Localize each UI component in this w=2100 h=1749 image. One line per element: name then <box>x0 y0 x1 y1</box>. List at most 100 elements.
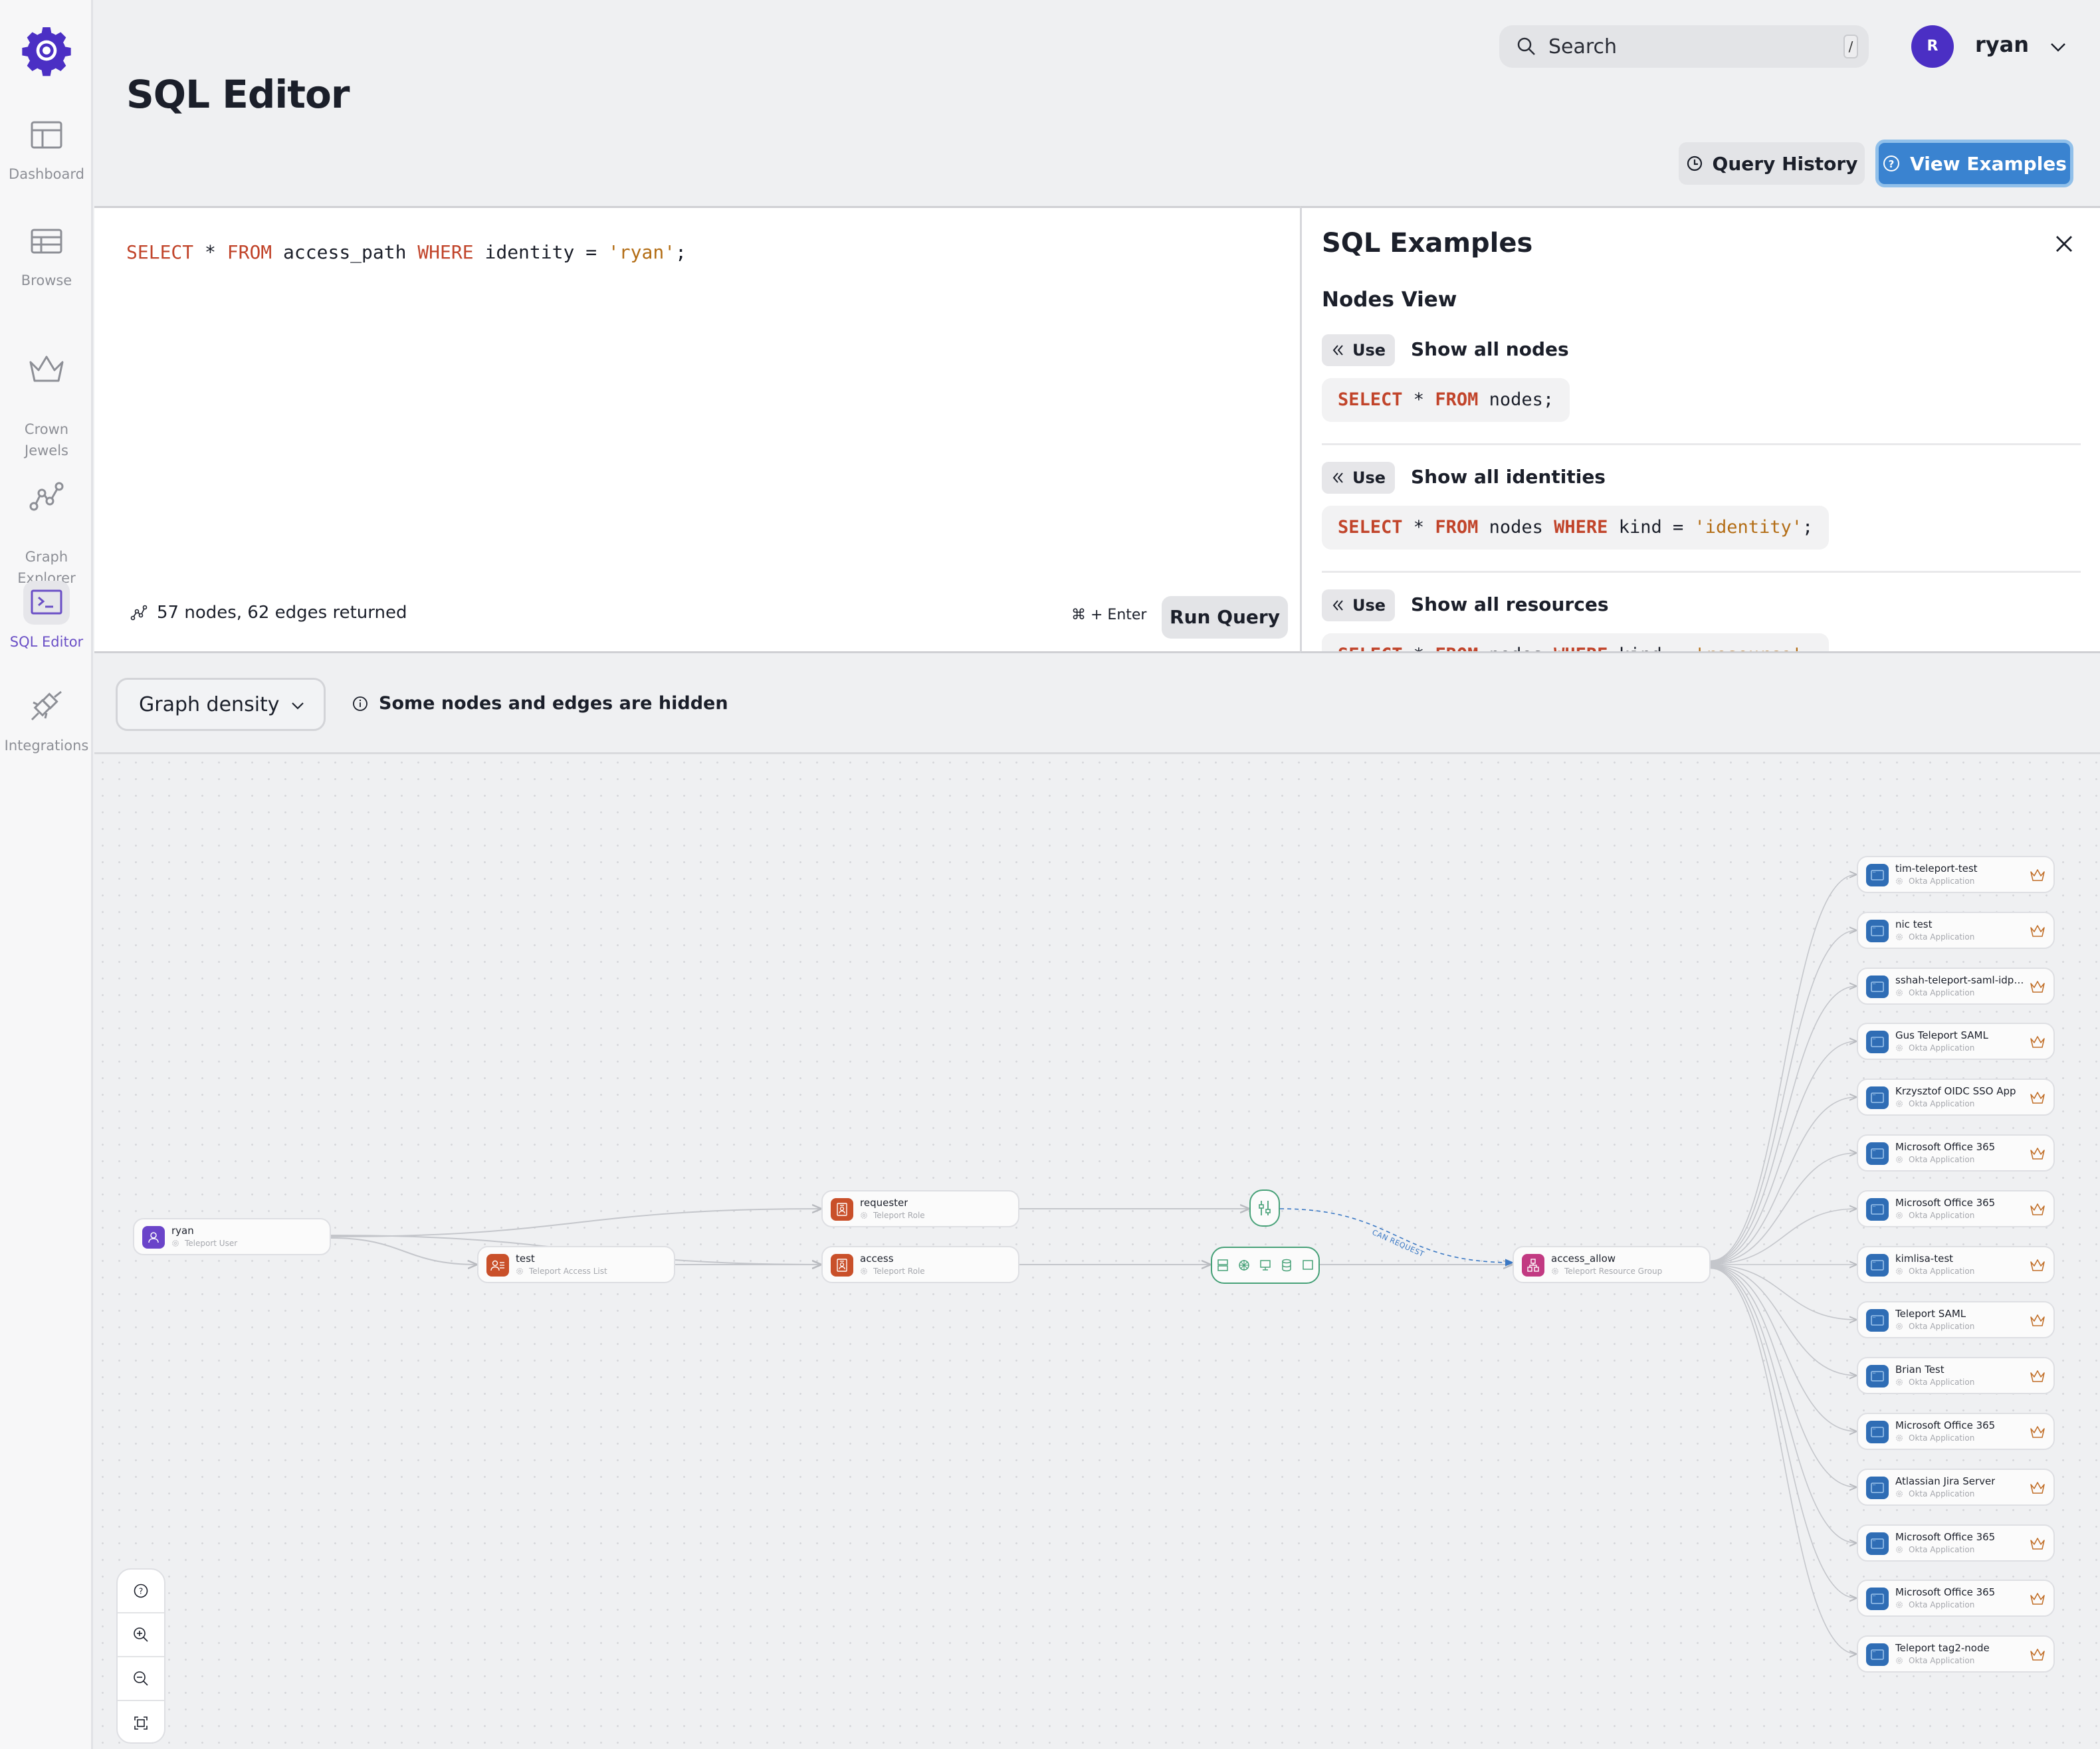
node-kind: Okta Application <box>1909 1099 1975 1108</box>
kubernetes-icon <box>1239 1260 1249 1271</box>
node-subtitle: Okta Application <box>1895 1099 1974 1108</box>
gear-icon <box>1896 1379 1903 1386</box>
graph-node-okta-app[interactable]: Microsoft Office 365 Okta Application <box>1857 1413 2055 1450</box>
node-title: sshah-teleport-saml-idp-app <box>1895 974 2026 986</box>
node-kind: Okta Application <box>1909 1043 1975 1053</box>
sql-token: ; <box>1802 645 1813 651</box>
node-kind: Okta Application <box>1909 932 1975 942</box>
graph-node-okta-app[interactable]: Krzysztof OIDC SSO App Okta Application <box>1857 1079 2055 1116</box>
graph-node-okta-app[interactable]: Brian Test Okta Application <box>1857 1357 2055 1394</box>
graph-density-select[interactable]: Graph density <box>116 678 326 731</box>
graph-node-okta-app[interactable]: sshah-teleport-saml-idp-app Okta Applicat… <box>1857 968 2055 1005</box>
crown-jewel-icon <box>2030 1148 2045 1160</box>
sidebar: Dashboard Browse Crown Jewels Graph Expl… <box>0 0 93 1749</box>
chevron-down-icon[interactable] <box>2048 37 2068 57</box>
zoom-out-icon <box>134 1671 148 1686</box>
graph-node-ryan[interactable]: ryan Teleport User <box>133 1218 331 1255</box>
zoom-in-button[interactable] <box>118 1613 164 1657</box>
sql-token: kind = <box>1608 517 1695 538</box>
search-input[interactable]: Search / <box>1499 25 1869 68</box>
gear-logo-icon[interactable] <box>20 24 73 77</box>
sql-token: ; <box>675 241 686 263</box>
node-title: Microsoft Office 365 <box>1895 1141 1996 1153</box>
app-node-icon <box>1866 1309 1889 1332</box>
node-subtitle: Okta Application <box>1895 876 1974 886</box>
gear-icon <box>1896 1491 1903 1497</box>
app-node-icon <box>1866 1643 1889 1666</box>
sql-token: * <box>1402 517 1435 538</box>
sql-token: WHERE <box>1554 645 1608 651</box>
node-subtitle: Okta Application <box>1895 1656 1974 1665</box>
graph-node-okta-app[interactable]: Gus Teleport SAML Okta Application <box>1857 1023 2055 1060</box>
run-query-button[interactable]: Run Query <box>1162 596 1288 639</box>
node-title: Atlassian Jira Server <box>1895 1475 1996 1487</box>
graph-icon <box>23 474 70 518</box>
graph-node-okta-app[interactable]: Teleport SAML Okta Application <box>1857 1301 2055 1338</box>
use-label: Use <box>1352 468 1386 487</box>
graph-node-okta-app[interactable]: kimlisa-test Okta Application <box>1857 1246 2055 1283</box>
node-subtitle: Okta Application <box>1895 988 1974 997</box>
app-node-icon <box>1866 920 1889 942</box>
graph-node-okta-app[interactable]: Microsoft Office 365 Okta Application <box>1857 1580 2055 1617</box>
sidebar-item-dashboard[interactable]: Dashboard <box>0 113 93 185</box>
app-node-icon <box>1866 976 1889 998</box>
divider <box>1322 443 2081 445</box>
node-subtitle: Teleport Access List <box>516 1267 607 1276</box>
query-history-button[interactable]: Query History <box>1679 142 1865 185</box>
node-subtitle: Okta Application <box>1895 932 1974 942</box>
graph-node-access[interactable]: access Teleport Role <box>821 1246 1019 1283</box>
sql-token: identity = <box>473 241 608 263</box>
node-kind: Teleport Role <box>873 1267 925 1276</box>
avatar[interactable]: R <box>1911 25 1954 68</box>
sidebar-item-graph-explorer[interactable]: Graph Explorer <box>0 453 93 589</box>
view-examples-button[interactable]: ? View Examples <box>1875 140 2073 187</box>
sidebar-item-integrations[interactable]: Integrations <box>0 684 93 756</box>
node-subtitle: Okta Application <box>1895 1155 1974 1164</box>
node-title: Microsoft Office 365 <box>1895 1586 1996 1598</box>
app-node-icon <box>1866 1532 1889 1555</box>
app-node-icon <box>1866 864 1889 886</box>
graph-density-label: Graph density <box>139 692 280 716</box>
graph-node-okta-app[interactable]: nic test Okta Application <box>1857 912 2055 949</box>
close-icon[interactable] <box>2053 233 2075 255</box>
sql-token: nodes <box>1478 645 1554 651</box>
node-kind: Okta Application <box>1909 1600 1975 1609</box>
sql-token: SELECT <box>1338 645 1403 651</box>
use-example-button[interactable]: Use <box>1322 334 1395 366</box>
app-node-icon <box>1866 1477 1889 1499</box>
sidebar-item-browse[interactable]: Browse <box>0 219 93 291</box>
crown-jewel-icon <box>2030 1203 2045 1215</box>
hidden-items-text: Some nodes and edges are hidden <box>379 693 728 714</box>
sql-query-input[interactable]: SELECT * FROM access_path WHERE identity… <box>126 241 686 263</box>
chevrons-left-icon <box>1332 600 1343 611</box>
server-icon <box>1217 1259 1228 1271</box>
sidebar-item-sql-editor[interactable]: SQL Editor <box>0 581 93 653</box>
use-example-button[interactable]: Use <box>1322 589 1395 621</box>
graph-node-okta-app[interactable]: Teleport tag2-node Okta Application <box>1857 1635 2055 1673</box>
graph-node-test[interactable]: test Teleport Access List <box>477 1246 675 1283</box>
use-example-button[interactable]: Use <box>1322 462 1395 494</box>
zoom-out-button[interactable] <box>118 1657 164 1701</box>
crown-jewel-icon <box>2030 1426 2045 1438</box>
graph-node-access-allow[interactable]: access_allow Teleport Resource Group <box>1513 1246 1711 1283</box>
desktop-icon <box>1260 1260 1271 1271</box>
app-node-icon <box>1866 1588 1889 1610</box>
graph-node-requester[interactable]: requester Teleport Role <box>821 1190 1019 1227</box>
crown-jewel-icon <box>2030 981 2045 993</box>
graph-node-okta-app[interactable]: tim-teleport-test Okta Application <box>1857 856 2055 893</box>
graph-node-okta-app[interactable]: Microsoft Office 365 Okta Application <box>1857 1134 2055 1172</box>
sidebar-item-crown-jewels[interactable]: Crown Jewels <box>0 326 93 461</box>
access-hub-node[interactable] <box>1249 1189 1280 1227</box>
resource-kinds-hub-node[interactable] <box>1211 1247 1320 1284</box>
node-subtitle: Okta Application <box>1895 1489 1974 1498</box>
fit-view-button[interactable] <box>118 1701 164 1742</box>
chevron-down-icon <box>292 702 304 710</box>
graph-node-okta-app[interactable]: Microsoft Office 365 Okta Application <box>1857 1524 2055 1562</box>
result-summary: 57 nodes, 62 edges returned <box>130 603 407 623</box>
graph-node-okta-app[interactable]: Atlassian Jira Server Okta Application <box>1857 1469 2055 1506</box>
user-name[interactable]: ryan <box>1975 32 2029 57</box>
node-title: nic test <box>1895 918 1933 930</box>
graph-node-okta-app[interactable]: Microsoft Office 365 Okta Application <box>1857 1190 2055 1227</box>
help-button[interactable]: ? <box>118 1570 164 1613</box>
graph-canvas[interactable] <box>94 754 2100 1749</box>
